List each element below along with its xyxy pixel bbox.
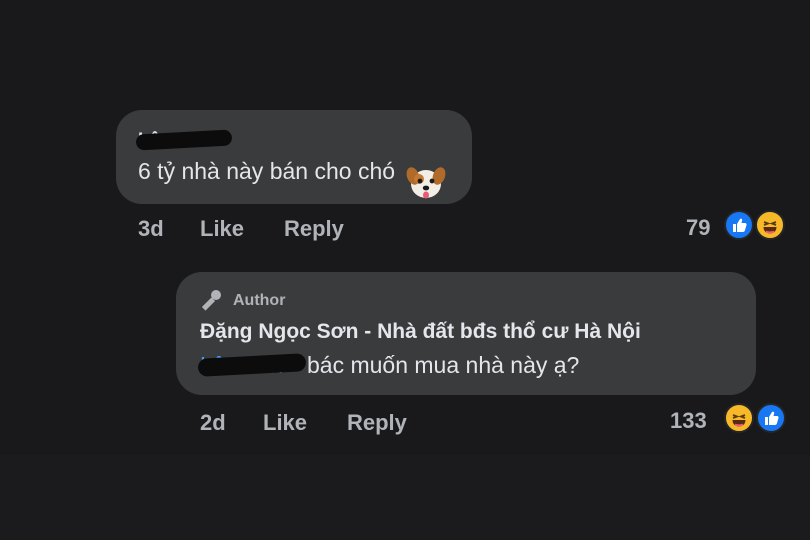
haha-reaction-icon[interactable]: [755, 210, 785, 240]
author-badge: Author: [233, 292, 286, 309]
reaction-count[interactable]: 79: [686, 215, 710, 241]
comment-text: 6 tỷ nhà này bán cho chó: [138, 158, 396, 184]
like-button[interactable]: Like: [200, 216, 244, 242]
like-reaction-icon[interactable]: [756, 403, 786, 433]
reply-button[interactable]: Reply: [347, 410, 407, 436]
like-reaction-icon[interactable]: [724, 210, 754, 240]
page-background-top: [0, 0, 810, 95]
haha-reaction-icon[interactable]: [724, 403, 754, 433]
reaction-count[interactable]: 133: [670, 408, 707, 434]
microphone-icon: [201, 290, 221, 311]
comment-bubble: Lâm Voi 6 tỷ nhà này bán cho chó: [116, 110, 472, 204]
reply-text: bác muốn mua nhà này ạ?: [307, 352, 580, 378]
page-background-bottom: [0, 455, 810, 540]
comment-age: 2d: [200, 410, 226, 435]
comment-age: 3d: [138, 216, 164, 241]
reply-bubble: Author Đặng Ngọc Sơn - Nhà đất bđs thổ c…: [176, 272, 756, 395]
comment-author[interactable]: Đặng Ngọc Sơn - Nhà đất bđs thổ cư Hà Nộ…: [200, 320, 641, 344]
like-button[interactable]: Like: [263, 410, 307, 436]
dog-emoji-icon: [406, 167, 446, 199]
reply-button[interactable]: Reply: [284, 216, 344, 242]
